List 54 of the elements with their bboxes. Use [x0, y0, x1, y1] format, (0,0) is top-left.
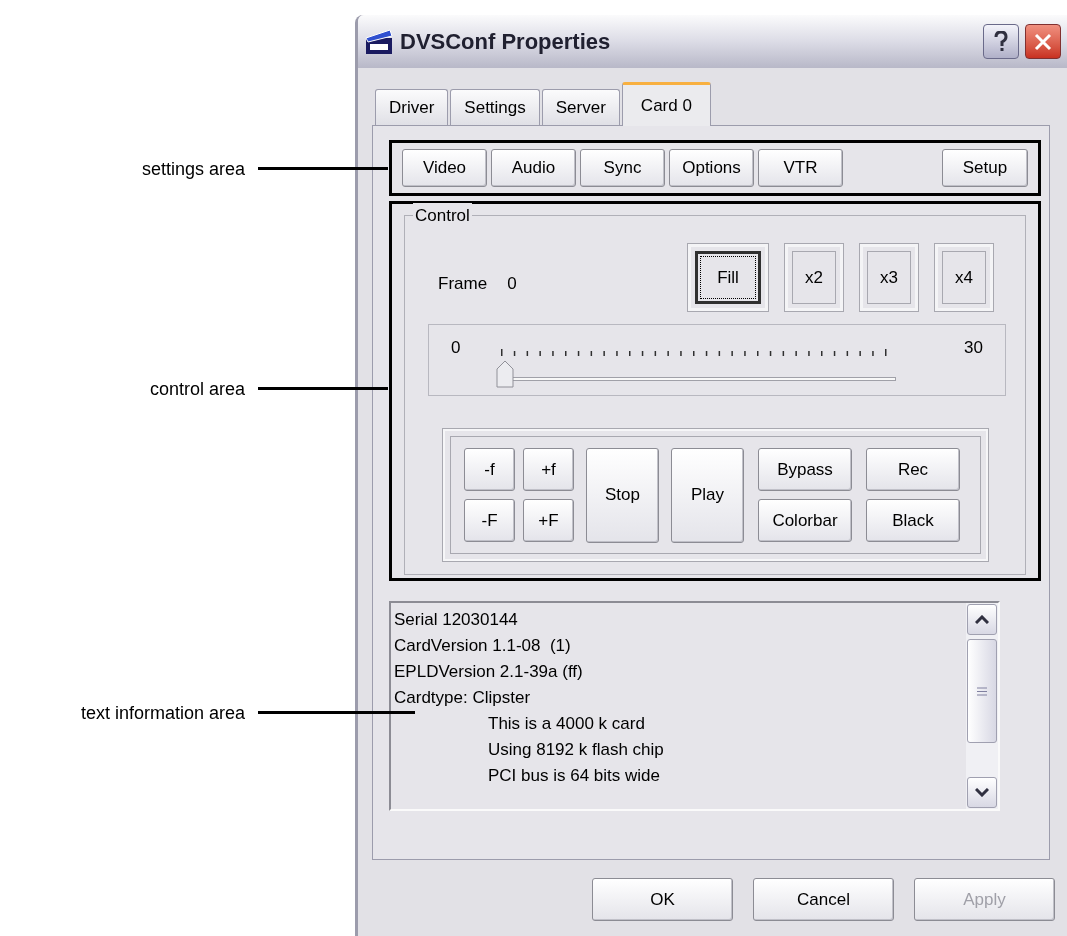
- slider-max-label: 30: [964, 337, 983, 359]
- clapperboard-icon: [364, 27, 394, 56]
- tab[interactable]: Driver: [375, 89, 449, 125]
- info-line: Cardtype: Clipster: [393, 687, 532, 709]
- tab[interactable]: Settings: [450, 89, 540, 125]
- annotation-label: text information area: [80, 702, 245, 725]
- mode-button[interactable]: Black: [866, 499, 960, 542]
- settings-button[interactable]: Options: [669, 149, 754, 187]
- info-line: PCI bus is 64 bits wide: [487, 765, 661, 787]
- close-button[interactable]: [1025, 24, 1061, 59]
- mode-button[interactable]: Rec: [866, 448, 960, 491]
- zoom-button[interactable]: x4: [935, 244, 993, 311]
- scrollbar[interactable]: [966, 603, 998, 809]
- info-line: Serial 12030144: [393, 609, 519, 631]
- jog-button[interactable]: -f: [464, 448, 515, 491]
- settings-button[interactable]: Sync: [580, 149, 665, 187]
- jog-button[interactable]: +f: [523, 448, 574, 491]
- slider-min-label: 0: [451, 337, 462, 359]
- chevron-up-icon: [975, 615, 989, 624]
- help-icon: [994, 30, 1008, 53]
- mode-button[interactable]: Bypass: [758, 448, 852, 491]
- dialog-button[interactable]: Cancel: [753, 878, 894, 921]
- annotation-label: settings area: [141, 158, 245, 181]
- info-line: EPLDVersion 2.1-39a (ff): [393, 661, 584, 683]
- info-line: CardVersion 1.1-08 (1): [393, 635, 572, 657]
- annotation-label: control area: [149, 378, 245, 401]
- zoom-button[interactable]: Fill: [688, 244, 768, 311]
- zoom-button[interactable]: x2: [785, 244, 843, 311]
- chevron-down-icon: [975, 788, 989, 797]
- grip-icon: [977, 686, 987, 696]
- window-title: DVSConf Properties: [400, 28, 611, 56]
- settings-button[interactable]: Video: [402, 149, 487, 187]
- scroll-thumb[interactable]: [967, 639, 997, 743]
- settings-button[interactable]: VTR: [758, 149, 843, 187]
- zoom-button[interactable]: x3: [860, 244, 918, 311]
- jog-button[interactable]: +F: [523, 499, 574, 542]
- tab[interactable]: Card 0: [621, 82, 711, 126]
- stop-button[interactable]: Stop: [586, 447, 659, 543]
- frame-label: Frame: [438, 272, 488, 295]
- info-line: Using 8192 k flash chip: [487, 739, 665, 761]
- close-icon: [1033, 31, 1053, 52]
- play-button[interactable]: Play: [671, 447, 744, 543]
- settings-button[interactable]: Audio: [491, 149, 576, 187]
- info-line: This is a 4000 k card: [487, 713, 646, 735]
- help-button[interactable]: [983, 24, 1019, 59]
- slider-thumb[interactable]: [496, 360, 514, 388]
- scroll-down-button[interactable]: [967, 777, 997, 808]
- mode-button[interactable]: Colorbar: [758, 499, 852, 542]
- scroll-up-button[interactable]: [967, 604, 997, 635]
- jog-button[interactable]: -F: [464, 499, 515, 542]
- setup-button[interactable]: Setup: [942, 149, 1028, 187]
- frame-value: 0: [507, 272, 517, 295]
- tab[interactable]: Server: [541, 89, 620, 125]
- dialog-button[interactable]: OK: [592, 878, 733, 921]
